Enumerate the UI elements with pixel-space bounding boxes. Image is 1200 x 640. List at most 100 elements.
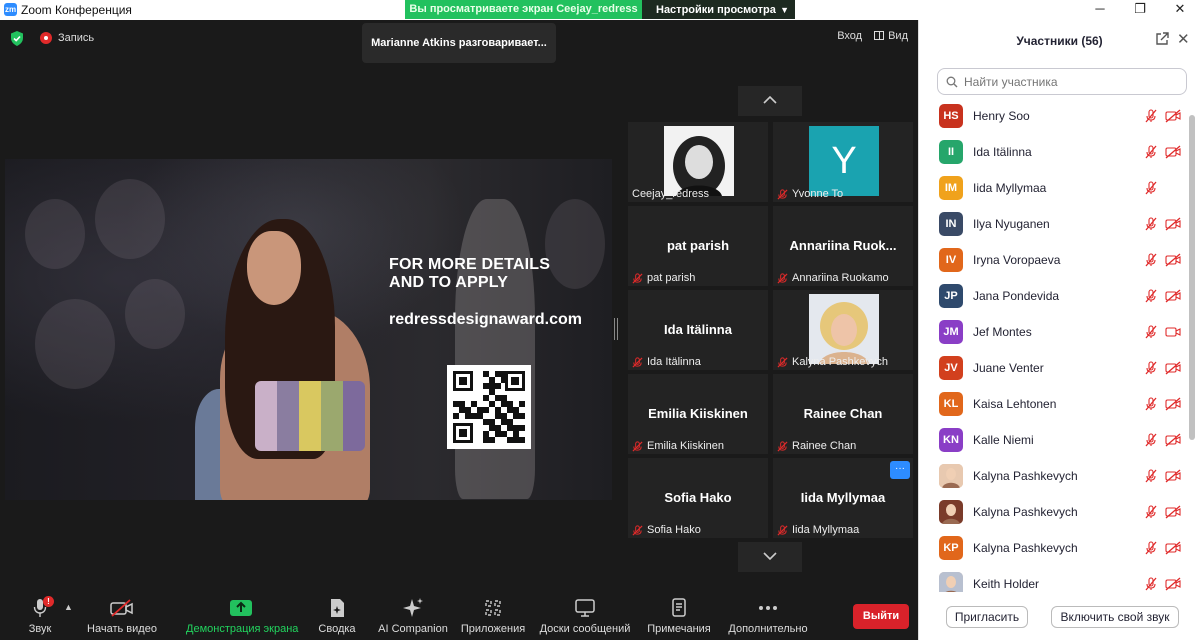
video-on-icon[interactable]: [1165, 325, 1181, 339]
muted-mic-icon[interactable]: [1144, 217, 1158, 231]
participant-row[interactable]: IV Iryna Voropaeva: [919, 242, 1189, 278]
participant-row[interactable]: IM Iida Myllymaa: [919, 170, 1189, 206]
video-off-icon[interactable]: [1165, 433, 1181, 447]
participant-avatar: JM: [939, 320, 963, 344]
video-tile[interactable]: Kalyna Pashkevych: [773, 290, 913, 370]
participant-row[interactable]: KL Kaisa Lehtonen: [919, 386, 1189, 422]
close-window-button[interactable]: ✕: [1160, 0, 1200, 20]
participant-search[interactable]: [937, 68, 1187, 95]
video-tile[interactable]: Emilia Kiiskinen Emilia Kiiskinen: [628, 374, 768, 454]
maximize-button[interactable]: ❐: [1120, 0, 1160, 20]
muted-mic-icon[interactable]: [1144, 181, 1158, 195]
meeting-toolbar: Звук ! ▲ Начать видео Демонстрация экран…: [0, 592, 918, 640]
muted-mic-icon[interactable]: [1144, 289, 1158, 303]
search-icon: [946, 76, 958, 87]
share-screen-button[interactable]: Демонстрация экрана: [186, 597, 298, 635]
qr-finder-pattern: [505, 371, 525, 391]
participant-photo: [664, 126, 734, 196]
video-tile[interactable]: Iida Myllymaa Iida Myllymaa ···: [773, 458, 913, 538]
video-off-icon[interactable]: [1165, 289, 1181, 303]
video-tile[interactable]: Annariina Ruok... Annariina Ruokamo: [773, 206, 913, 286]
recording-indicator[interactable]: Запись: [40, 32, 94, 44]
muted-mic-icon[interactable]: [1144, 577, 1158, 591]
video-off-icon[interactable]: [1165, 469, 1181, 483]
participant-row[interactable]: JV Juane Venter: [919, 350, 1189, 386]
notes-button[interactable]: Примечания: [646, 597, 712, 635]
muted-mic-icon[interactable]: [1144, 541, 1158, 555]
tile-more-options-button[interactable]: ···: [890, 461, 910, 479]
video-off-icon[interactable]: [1165, 397, 1181, 411]
participant-display-name: pat parish: [666, 238, 730, 253]
video-off-icon[interactable]: [1165, 361, 1181, 375]
start-video-button[interactable]: Начать видео: [86, 597, 158, 635]
muted-mic-icon[interactable]: [1144, 433, 1158, 447]
muted-mic-icon[interactable]: [1144, 361, 1158, 375]
gallery-page-up-button[interactable]: [738, 86, 802, 116]
shared-screen[interactable]: FOR MORE DETAILS AND TO APPLY redressdes…: [5, 159, 612, 500]
view-options-button[interactable]: Настройки просмотра ▼: [642, 0, 795, 19]
tile-caption: pat parish: [632, 272, 695, 284]
video-off-icon[interactable]: [1165, 505, 1181, 519]
participant-row[interactable]: KN Kalle Niemi: [919, 422, 1189, 458]
gallery-page-down-button[interactable]: [738, 542, 802, 572]
video-tile[interactable]: Y Yvonne To: [773, 122, 913, 202]
video-tile[interactable]: Sofia Hako Sofia Hako: [628, 458, 768, 538]
split-view-drag-handle[interactable]: [614, 318, 618, 340]
muted-mic-icon: [777, 440, 788, 452]
participant-row[interactable]: JP Jana Pondevida: [919, 278, 1189, 314]
leave-button[interactable]: Выйти: [853, 604, 909, 629]
participant-row[interactable]: II Ida Itälinna: [919, 134, 1189, 170]
participant-row[interactable]: IN Ilya Nyuganen: [919, 206, 1189, 242]
video-off-icon[interactable]: [1165, 253, 1181, 267]
participant-row[interactable]: KP Kalyna Pashkevych: [919, 530, 1189, 566]
viewing-share-message: Вы просматриваете экран Ceejay_redress: [405, 0, 642, 19]
muted-mic-icon[interactable]: [1144, 109, 1158, 123]
participants-scrollbar[interactable]: [1189, 115, 1195, 440]
close-panel-icon[interactable]: ✕: [1177, 30, 1190, 48]
more-button[interactable]: Дополнительно: [728, 597, 808, 635]
minimize-button[interactable]: ─: [1080, 0, 1120, 20]
audience-blur: [95, 179, 165, 259]
muted-mic-icon[interactable]: [1144, 469, 1158, 483]
audience-blur: [25, 199, 85, 269]
video-off-icon[interactable]: [1165, 109, 1181, 123]
muted-mic-icon[interactable]: [1144, 505, 1158, 519]
invite-button[interactable]: Пригласить: [946, 606, 1028, 628]
apps-button[interactable]: Приложения: [460, 597, 526, 635]
video-tile[interactable]: pat parish pat parish: [628, 206, 768, 286]
participant-row[interactable]: Kalyna Pashkevych: [919, 494, 1189, 530]
unmute-myself-button[interactable]: Включить свой звук: [1051, 606, 1179, 628]
ai-companion-button[interactable]: AI Companion: [378, 597, 448, 635]
video-tile[interactable]: Rainee Chan Rainee Chan: [773, 374, 913, 454]
audio-options-caret-icon[interactable]: ▲: [64, 602, 73, 612]
video-off-icon[interactable]: [1165, 145, 1181, 159]
video-off-icon[interactable]: [1165, 577, 1181, 591]
muted-mic-icon[interactable]: [1144, 253, 1158, 267]
whiteboards-button[interactable]: Доски сообщений: [538, 597, 632, 635]
participant-row[interactable]: Keith Holder: [919, 566, 1189, 592]
view-options-label: Настройки просмотра: [656, 3, 776, 16]
patchwork-top: [255, 381, 365, 451]
muted-mic-icon[interactable]: [1144, 397, 1158, 411]
video-off-icon[interactable]: [1165, 217, 1181, 231]
video-off-icon[interactable]: [1165, 541, 1181, 555]
video-tile[interactable]: Ceejay_redress: [628, 122, 768, 202]
muted-mic-icon[interactable]: [1144, 145, 1158, 159]
view-button[interactable]: Вид: [874, 30, 908, 42]
participant-search-input[interactable]: [962, 73, 1182, 90]
audio-button[interactable]: Звук: [20, 597, 60, 635]
shield-icon[interactable]: [10, 31, 24, 46]
muted-mic-icon: [777, 356, 788, 368]
participant-row[interactable]: HS Henry Soo: [919, 98, 1189, 134]
muted-mic-icon[interactable]: [1144, 325, 1158, 339]
summary-button[interactable]: Сводка: [316, 597, 358, 635]
enter-fullscreen-button[interactable]: Вход: [837, 30, 862, 42]
participant-row[interactable]: Kalyna Pashkevych: [919, 458, 1189, 494]
video-off-icon: [110, 599, 133, 617]
screen-share-banner: Вы просматриваете экран Ceejay_redress Н…: [405, 0, 795, 19]
muted-mic-icon: [632, 440, 643, 452]
pop-out-icon[interactable]: [1155, 32, 1169, 46]
whiteboard-icon: [575, 599, 595, 617]
video-tile[interactable]: Ida Itälinna Ida Itälinna: [628, 290, 768, 370]
participant-row[interactable]: JM Jef Montes: [919, 314, 1189, 350]
